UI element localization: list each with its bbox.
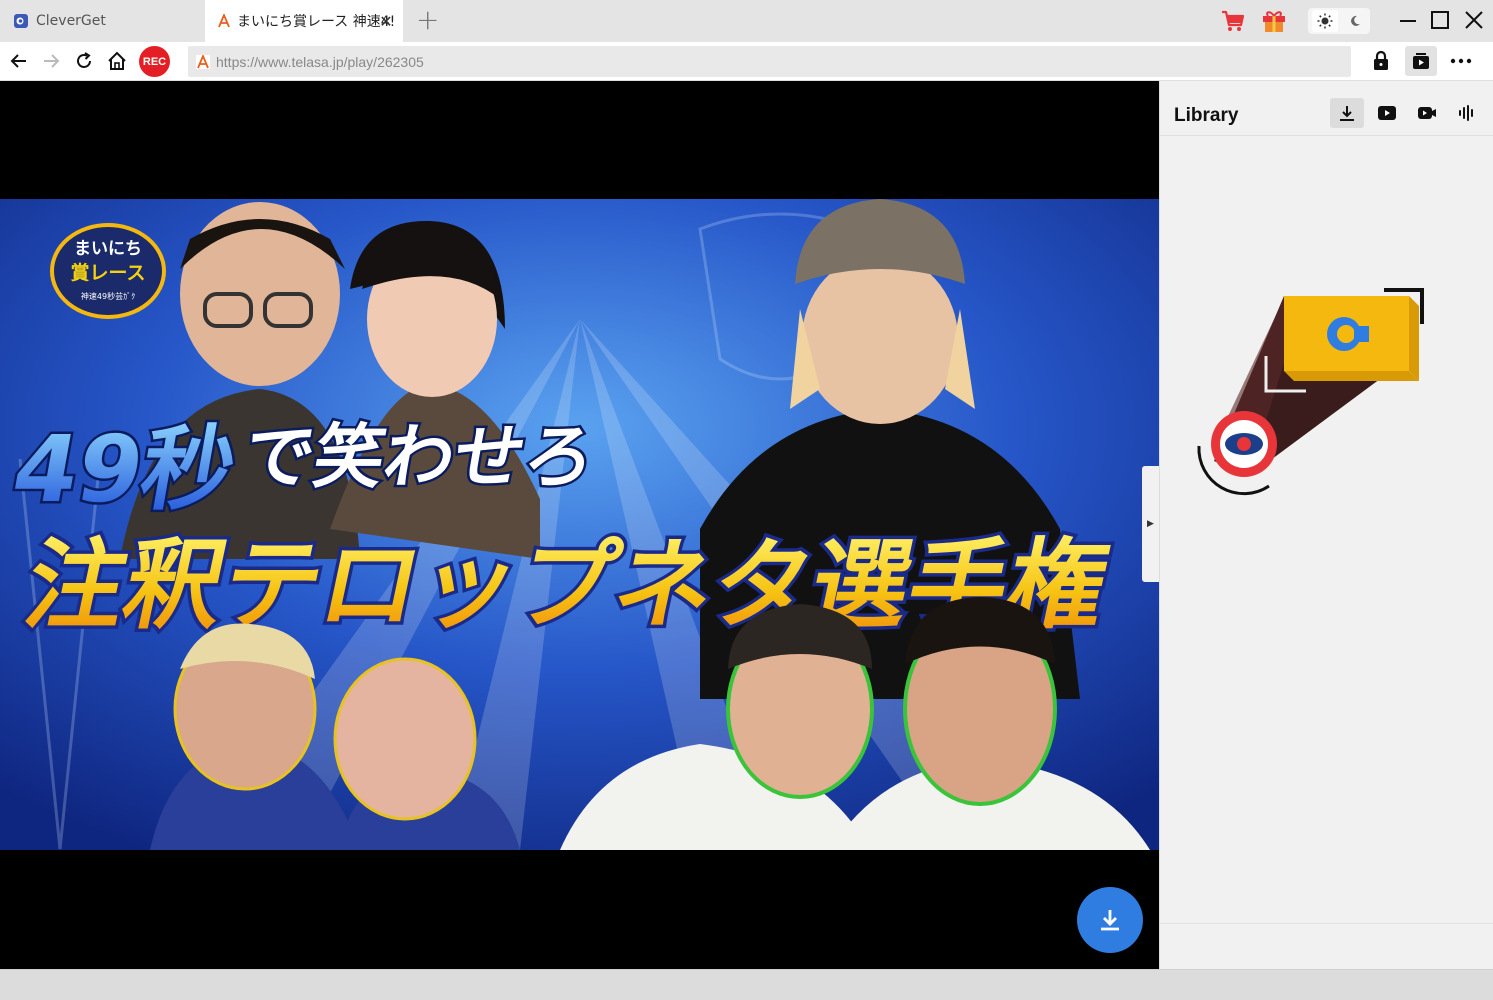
- tab-bar: CleverGet まいにち賞レース 神速4! ✕ +: [0, 0, 1493, 42]
- headline-rest: で笑わせろ: [237, 416, 601, 497]
- gift-icon[interactable]: [1262, 8, 1286, 34]
- back-icon[interactable]: [8, 50, 30, 72]
- logo-line3: 神速49秒芸ｶﾞｸ: [81, 291, 135, 301]
- telasa-favicon-icon: [218, 14, 230, 28]
- moon-icon[interactable]: [1344, 10, 1366, 32]
- library-tab-audio[interactable]: [1450, 98, 1484, 128]
- audio-wave-icon: [1459, 105, 1473, 121]
- library-footer: [1160, 923, 1493, 969]
- headline-small: 49秒: [5, 416, 244, 523]
- tab-label: CleverGet: [36, 13, 106, 29]
- show-logo: まいにち 賞レース 神速49秒芸ｶﾞｸ: [50, 223, 166, 319]
- logo-line1: まいにち: [74, 239, 142, 259]
- player-icon: [1413, 53, 1429, 69]
- tab-cleverget[interactable]: CleverGet: [0, 0, 204, 42]
- more-options-icon[interactable]: [1449, 50, 1473, 72]
- record-button[interactable]: REC: [139, 46, 170, 77]
- sun-icon[interactable]: [1312, 10, 1338, 32]
- video-player-button[interactable]: [1405, 46, 1437, 76]
- collapse-panel-button[interactable]: ▶: [1142, 466, 1159, 582]
- cart-icon[interactable]: [1220, 8, 1246, 34]
- minimize-icon[interactable]: [1396, 8, 1420, 32]
- lock-icon[interactable]: [1370, 50, 1392, 72]
- tab-label: まいにち賞レース 神速4!: [237, 14, 396, 30]
- cleverget-logo-icon: [14, 14, 28, 28]
- library-header: Library: [1160, 81, 1493, 136]
- maximize-icon[interactable]: [1428, 8, 1452, 32]
- library-panel: Library: [1159, 81, 1493, 969]
- site-favicon-icon: [196, 54, 210, 69]
- home-icon[interactable]: [106, 50, 128, 72]
- library-tab-youtube[interactable]: [1370, 98, 1404, 128]
- url-text: https://www.telasa.jp/play/262305: [216, 53, 424, 70]
- library-title: Library: [1174, 105, 1239, 126]
- theme-toggle[interactable]: [1308, 8, 1370, 34]
- close-window-icon[interactable]: [1462, 8, 1486, 32]
- url-input[interactable]: https://www.telasa.jp/play/262305: [188, 46, 1351, 77]
- address-bar: REC https://www.telasa.jp/play/262305: [0, 42, 1493, 81]
- logo-line2: 賞レース: [70, 261, 145, 284]
- video-thumbnail[interactable]: まいにち 賞レース 神速49秒芸ｶﾞｸ 49秒 で笑わせろ 注釈テロップネタ選手…: [0, 199, 1159, 850]
- download-icon: [1101, 910, 1119, 931]
- status-bar: [0, 969, 1493, 1000]
- tab-telasa[interactable]: まいにち賞レース 神速4! ✕: [205, 0, 403, 42]
- video-player[interactable]: まいにち 賞レース 神速49秒芸ｶﾞｸ 49秒 で笑わせろ 注釈テロップネタ選手…: [0, 81, 1159, 969]
- download-icon: [1340, 106, 1354, 121]
- refresh-icon[interactable]: [73, 50, 95, 72]
- download-button[interactable]: [1077, 887, 1143, 953]
- new-tab-icon[interactable]: +: [416, 6, 439, 34]
- youtube-icon: [1378, 106, 1396, 120]
- library-tab-download[interactable]: [1330, 98, 1364, 128]
- cleverget-window: CleverGet まいにち賞レース 神速4! ✕ + REC https://…: [0, 0, 1493, 1000]
- empty-library-illustration: [1197, 288, 1424, 496]
- close-tab-icon[interactable]: ✕: [377, 12, 395, 31]
- forward-icon[interactable]: [40, 50, 62, 72]
- video-icon: [1418, 107, 1436, 119]
- library-tab-video[interactable]: [1410, 98, 1444, 128]
